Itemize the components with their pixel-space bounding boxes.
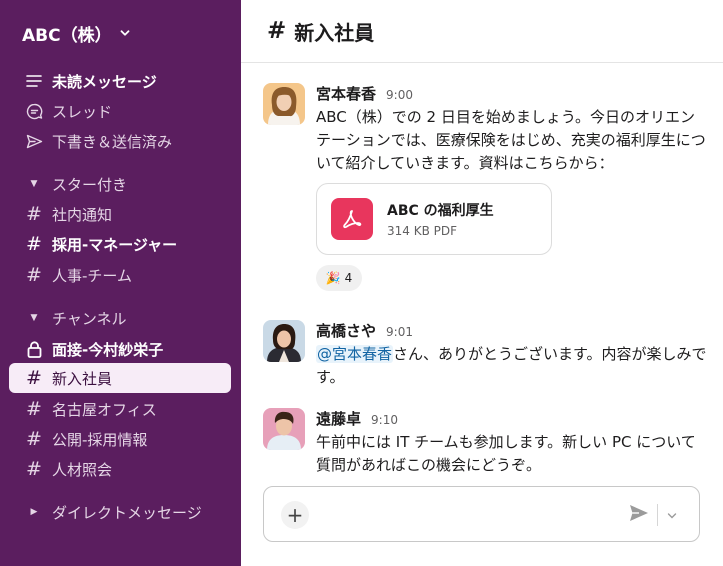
sidebar-item-label: 採用-マネージャー <box>52 235 178 254</box>
sender-name[interactable]: 遠藤卓 <box>316 408 361 429</box>
file-attachment[interactable]: ABC の福利厚生 314 KB PDF <box>316 183 552 255</box>
pdf-icon <box>331 198 373 240</box>
section-dms-toggle[interactable]: ▶ ダイレクトメッセージ <box>9 497 231 527</box>
sidebar-item-label: 名古屋オフィス <box>52 400 157 419</box>
reaction-pill[interactable]: 🎉 4 <box>316 265 362 291</box>
section-label: チャンネル <box>52 309 127 328</box>
plus-icon: + <box>286 503 304 527</box>
timestamp[interactable]: 9:00 <box>386 88 413 102</box>
section-label: スター付き <box>52 175 128 194</box>
sidebar-item-label: スレッド <box>52 102 113 121</box>
sidebar-item-label: 人事-チーム <box>52 266 132 285</box>
sidebar-item-label: 下書き＆送信済み <box>52 132 173 151</box>
message-text: ABC（株）での 2 日目を始めましょう。今日のオリエンテーションでは、医療保険… <box>316 108 706 172</box>
reaction-count: 4 <box>344 271 353 285</box>
send-options-button[interactable] <box>664 506 680 522</box>
message-composer[interactable]: + <box>263 486 700 542</box>
sidebar-item-label: 公開-採用情報 <box>52 430 148 449</box>
sidebar-item-drafts[interactable]: 下書き＆送信済み <box>9 126 231 156</box>
sidebar: ABC（株） 未読メッセージ スレッド 下書き＆送信済み ▼ スター付き # 社… <box>0 0 241 566</box>
message: 宮本春香 9:00 ABC（株）での 2 日目を始めましょう。今日のオリエンテー… <box>263 83 709 291</box>
channel-view: # 新入社員 宮本春香 9:00 ABC（株）での 2 日目を始めましょう。今日… <box>241 0 723 566</box>
workspace-switcher[interactable]: ABC（株） <box>22 22 130 46</box>
sidebar-item-label: 人材照会 <box>52 460 113 479</box>
hash-icon: # <box>26 232 42 255</box>
sidebar-item-channel[interactable]: # 社内通知 <box>9 199 231 229</box>
avatar[interactable] <box>263 83 305 125</box>
party-popper-icon: 🎉 <box>325 271 341 285</box>
caret-down-icon: ▼ <box>30 179 38 189</box>
sidebar-item-channel-active[interactable]: # 新入社員 <box>9 363 231 393</box>
send-icon <box>629 504 649 526</box>
timestamp[interactable]: 9:10 <box>371 413 398 427</box>
channel-title[interactable]: 新入社員 <box>294 17 374 46</box>
message-text: @宮本春香さん、ありがとうございます。内容が楽しみです。 <box>316 343 709 389</box>
hash-icon: # <box>26 263 42 286</box>
hash-icon: # <box>267 17 287 44</box>
section-starred-toggle[interactable]: ▼ スター付き <box>9 169 231 199</box>
sidebar-item-threads[interactable]: スレッド <box>9 96 231 126</box>
sidebar-item-label: 面接-今村紗栄子 <box>52 340 164 359</box>
section-label: ダイレクトメッセージ <box>52 503 202 522</box>
add-attachment-button[interactable]: + <box>281 501 309 529</box>
sidebar-item-channel[interactable]: # 人事-チーム <box>9 260 231 290</box>
sidebar-item-label: 新入社員 <box>52 369 113 388</box>
user-mention[interactable]: @宮本春香 <box>316 345 394 363</box>
message-text: 午前中には IT チームも参加します。新しい PC について質問があればこの機会… <box>316 433 696 474</box>
hash-icon: # <box>26 427 42 450</box>
file-meta: 314 KB PDF <box>387 224 458 238</box>
avatar[interactable] <box>263 408 305 450</box>
avatar[interactable] <box>263 320 305 362</box>
hash-icon: # <box>26 397 42 420</box>
sidebar-item-channel[interactable]: # 人材照会 <box>9 454 231 484</box>
sidebar-item-channel[interactable]: # 名古屋オフィス <box>9 394 231 424</box>
sender-name[interactable]: 高橋さや <box>316 320 376 341</box>
lock-icon <box>24 339 44 359</box>
divider <box>657 504 658 526</box>
sidebar-item-channel[interactable]: # 採用-マネージャー <box>9 229 231 259</box>
channel-header: # 新入社員 <box>241 0 723 63</box>
hash-icon: # <box>26 457 42 480</box>
unreads-icon <box>24 71 44 91</box>
sidebar-item-unreads[interactable]: 未読メッセージ <box>9 66 231 96</box>
chevron-down-icon <box>667 505 677 524</box>
hash-icon: # <box>26 202 42 225</box>
caret-right-icon: ▶ <box>30 507 38 517</box>
sidebar-item-label: 社内通知 <box>52 205 113 224</box>
message: 遠藤卓 9:10 午前中には IT チームも参加します。新しい PC について質… <box>263 408 709 477</box>
send-icon <box>24 131 44 151</box>
file-name: ABC の福利厚生 <box>387 203 494 219</box>
workspace-name: ABC（株） <box>22 25 112 46</box>
sidebar-item-channel[interactable]: # 公開-採用情報 <box>9 424 231 454</box>
sidebar-item-channel[interactable]: 面接-今村紗栄子 <box>9 334 231 364</box>
message: 高橋さや 9:01 @宮本春香さん、ありがとうございます。内容が楽しみです。 <box>263 320 709 389</box>
chevron-down-icon <box>120 28 130 38</box>
sidebar-item-label: 未読メッセージ <box>52 72 157 91</box>
sender-name[interactable]: 宮本春香 <box>316 83 376 104</box>
threads-icon <box>24 101 44 121</box>
caret-down-icon: ▼ <box>30 313 38 323</box>
send-button[interactable] <box>627 503 651 527</box>
section-channels-toggle[interactable]: ▼ チャンネル <box>9 303 231 333</box>
hash-icon: # <box>26 366 42 389</box>
timestamp[interactable]: 9:01 <box>386 325 413 339</box>
